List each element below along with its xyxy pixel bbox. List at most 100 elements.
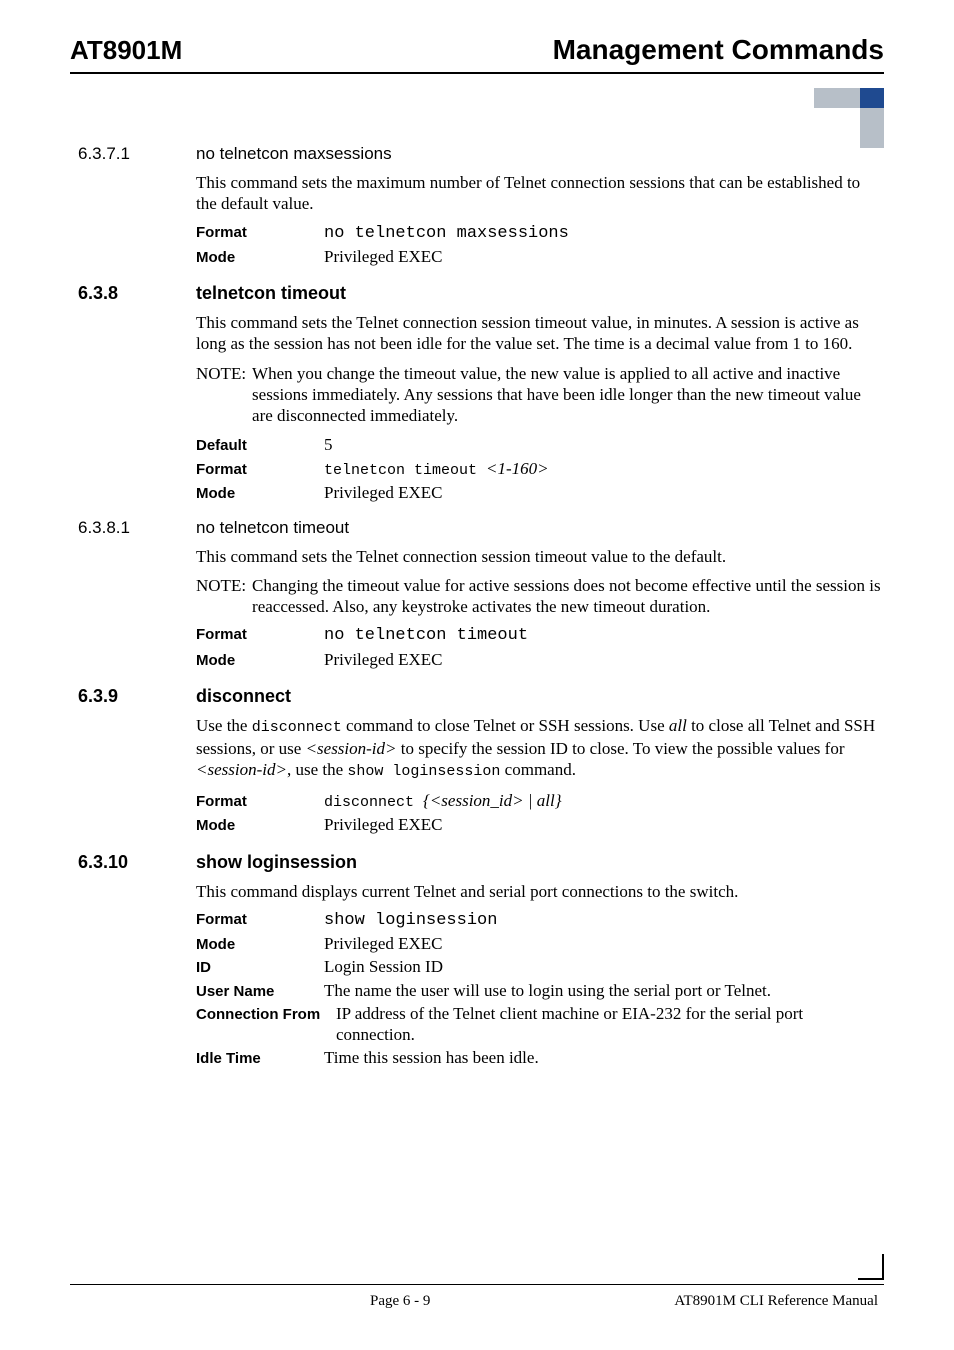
label-connection-from: Connection From	[196, 1006, 336, 1023]
corner-decoration	[814, 88, 884, 148]
mode-row: Mode Privileged EXEC	[196, 246, 884, 267]
inline-ital: <session-id>	[306, 739, 397, 758]
mode-value: Privileged EXEC	[324, 814, 443, 835]
section-6-3-10-heading: 6.3.10 show loginsession	[78, 852, 884, 873]
text: Use the	[196, 716, 252, 735]
header-rule	[70, 72, 884, 74]
section-number: 6.3.9	[78, 686, 196, 707]
paragraph: This command sets the Telnet connection …	[196, 546, 884, 567]
inline-ital: all	[669, 716, 687, 735]
doc-title: AT8901M CLI Reference Manual	[674, 1293, 878, 1310]
section-number: 6.3.10	[78, 852, 196, 873]
mode-value: Privileged EXEC	[324, 482, 443, 503]
text: to specify the session ID to close. To v…	[397, 739, 845, 758]
connection-from-row: Connection From IP address of the Telnet…	[196, 1003, 884, 1046]
format-arg: {<session_id> | all}	[423, 791, 562, 810]
section-number: 6.3.8	[78, 283, 196, 304]
page-number: Page 6 - 9	[370, 1293, 430, 1310]
format-row: Format disconnect {<session_id> | all}	[196, 790, 884, 813]
label-id: ID	[196, 959, 324, 976]
format-value: disconnect {<session_id> | all}	[324, 790, 562, 813]
inline-ital: <session-id>	[196, 760, 287, 779]
paragraph: This command displays current Telnet and…	[196, 881, 884, 902]
chapter-title: Management Commands	[553, 34, 884, 66]
format-value: telnetcon timeout <1-160>	[324, 458, 549, 481]
footer-rule	[70, 1284, 884, 1285]
note-label: NOTE:	[196, 363, 246, 427]
note-text: Changing the timeout value for active se…	[252, 575, 884, 618]
text: command.	[500, 760, 576, 779]
corner-mark	[858, 1254, 884, 1280]
label-format: Format	[196, 793, 324, 810]
mode-value: Privileged EXEC	[324, 933, 443, 954]
idle-time-row: Idle Time Time this session has been idl…	[196, 1047, 884, 1068]
label-idle-time: Idle Time	[196, 1050, 324, 1067]
label-mode: Mode	[196, 936, 324, 953]
mode-row: Mode Privileged EXEC	[196, 649, 884, 670]
section-6-3-9-heading: 6.3.9 disconnect	[78, 686, 884, 707]
page: AT8901M Management Commands 6.3.7.1 no t…	[0, 0, 954, 1350]
paragraph: This command sets the Telnet connection …	[196, 312, 884, 355]
section-title: show loginsession	[196, 852, 357, 873]
format-row: Format no telnetcon maxsessions	[196, 223, 884, 244]
section-number: 6.3.8.1	[78, 518, 196, 538]
mode-row: Mode Privileged EXEC	[196, 482, 884, 503]
mode-value: Privileged EXEC	[324, 649, 443, 670]
format-arg: <1-160>	[486, 459, 549, 478]
id-value: Login Session ID	[324, 956, 443, 977]
page-header: AT8901M Management Commands	[70, 34, 884, 66]
inline-cmd: disconnect	[252, 719, 342, 736]
note-block: NOTE: Changing the timeout value for act…	[196, 575, 884, 618]
label-format: Format	[196, 911, 324, 928]
label-username: User Name	[196, 983, 324, 1000]
section-6-3-10-content: This command displays current Telnet and…	[196, 881, 884, 1069]
section-6-3-7-1-content: This command sets the maximum number of …	[196, 172, 884, 267]
default-value: 5	[324, 434, 333, 455]
format-mono: disconnect	[324, 794, 423, 811]
format-value: no telnetcon timeout	[324, 625, 528, 646]
section-6-3-8-content: This command sets the Telnet connection …	[196, 312, 884, 504]
section-6-3-8-1-content: This command sets the Telnet connection …	[196, 546, 884, 670]
default-row: Default 5	[196, 434, 884, 455]
note-label: NOTE:	[196, 575, 246, 618]
format-mono: telnetcon timeout	[324, 462, 486, 479]
inline-cmd: show loginsession	[347, 763, 500, 780]
format-value: show loginsession	[324, 910, 497, 931]
note-block: NOTE: When you change the timeout value,…	[196, 363, 884, 427]
label-format: Format	[196, 224, 324, 241]
section-title: disconnect	[196, 686, 291, 707]
label-mode: Mode	[196, 817, 324, 834]
label-format: Format	[196, 626, 324, 643]
mode-row: Mode Privileged EXEC	[196, 814, 884, 835]
mode-row: Mode Privileged EXEC	[196, 933, 884, 954]
page-footer: Page 6 - 9 AT8901M CLI Reference Manual	[70, 1284, 884, 1310]
label-mode: Mode	[196, 249, 324, 266]
label-format: Format	[196, 461, 324, 478]
format-value: no telnetcon maxsessions	[324, 223, 569, 244]
format-row: Format telnetcon timeout <1-160>	[196, 458, 884, 481]
mode-value: Privileged EXEC	[324, 246, 443, 267]
label-mode: Mode	[196, 652, 324, 669]
connection-from-value: IP address of the Telnet client machine …	[336, 1003, 884, 1046]
username-value: The name the user will use to login usin…	[324, 980, 771, 1001]
id-row: ID Login Session ID	[196, 956, 884, 977]
section-number: 6.3.7.1	[78, 144, 196, 164]
section-title: no telnetcon maxsessions	[196, 144, 392, 164]
paragraph: Use the disconnect command to close Teln…	[196, 715, 884, 782]
text: command to close Telnet or SSH sessions.…	[342, 716, 669, 735]
section-6-3-9-content: Use the disconnect command to close Teln…	[196, 715, 884, 836]
text: , use the	[287, 760, 347, 779]
format-row: Format show loginsession	[196, 910, 884, 931]
section-6-3-8-1-heading: 6.3.8.1 no telnetcon timeout	[78, 518, 884, 538]
label-mode: Mode	[196, 485, 324, 502]
paragraph: This command sets the maximum number of …	[196, 172, 884, 215]
section-title: no telnetcon timeout	[196, 518, 349, 538]
label-default: Default	[196, 437, 324, 454]
format-row: Format no telnetcon timeout	[196, 625, 884, 646]
idle-time-value: Time this session has been idle.	[324, 1047, 539, 1068]
username-row: User Name The name the user will use to …	[196, 980, 884, 1001]
note-text: When you change the timeout value, the n…	[252, 363, 884, 427]
section-6-3-7-1-heading: 6.3.7.1 no telnetcon maxsessions	[78, 144, 884, 164]
page-body: 6.3.7.1 no telnetcon maxsessions This co…	[78, 144, 884, 1069]
section-6-3-8-heading: 6.3.8 telnetcon timeout	[78, 283, 884, 304]
